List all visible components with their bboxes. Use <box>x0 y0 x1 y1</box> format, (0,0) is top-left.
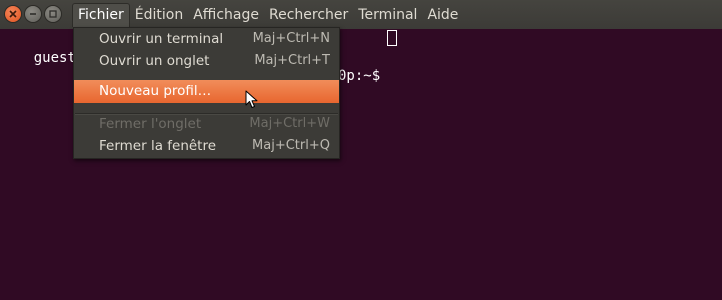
menubar: Fichier Édition Affichage Rechercher Ter… <box>72 3 463 27</box>
menu-item-fermer-onglet: Fermer l'onglet Maj+Ctrl+W <box>74 112 339 136</box>
menu-item-label: Ouvrir un terminal <box>99 31 224 47</box>
menu-fichier[interactable]: Fichier <box>72 3 130 27</box>
prompt-end: 0p:~$ <box>338 68 381 84</box>
arrow-cursor-icon <box>245 90 258 108</box>
menu-item-shortcut: Maj+Ctrl+W <box>249 116 330 131</box>
menu-terminal[interactable]: Terminal <box>353 3 422 27</box>
menu-item-shortcut: Maj+Ctrl+N <box>252 31 330 46</box>
fichier-dropdown-menu: Ouvrir un terminal Maj+Ctrl+N Ouvrir un … <box>73 27 340 159</box>
maximize-icon[interactable] <box>45 6 61 22</box>
title-menu-bar: Fichier Édition Affichage Rechercher Ter… <box>0 0 722 29</box>
menu-item-nouveau-profil[interactable]: Nouveau profil… <box>74 80 339 103</box>
menu-edition[interactable]: Édition <box>130 3 188 27</box>
menu-item-fermer-fenetre[interactable]: Fermer la fenêtre Maj+Ctrl+Q <box>74 134 339 158</box>
menu-rechercher[interactable]: Rechercher <box>264 3 353 27</box>
menu-item-label: Nouveau profil… <box>99 83 212 99</box>
menu-aide[interactable]: Aide <box>422 3 463 27</box>
menu-affichage[interactable]: Affichage <box>188 3 264 27</box>
menu-item-label: Fermer l'onglet <box>99 116 202 132</box>
menu-item-label: Ouvrir un onglet <box>99 53 210 69</box>
menu-item-ouvrir-terminal[interactable]: Ouvrir un terminal Maj+Ctrl+N <box>74 27 339 51</box>
block-cursor <box>387 30 397 46</box>
menu-item-label: Fermer la fenêtre <box>99 138 217 154</box>
close-icon[interactable] <box>5 6 21 22</box>
menu-item-ouvrir-onglet[interactable]: Ouvrir un onglet Maj+Ctrl+T <box>74 49 339 73</box>
menu-item-shortcut: Maj+Ctrl+Q <box>252 138 330 153</box>
minimize-icon[interactable] <box>25 6 41 22</box>
menu-item-shortcut: Maj+Ctrl+T <box>254 53 330 68</box>
